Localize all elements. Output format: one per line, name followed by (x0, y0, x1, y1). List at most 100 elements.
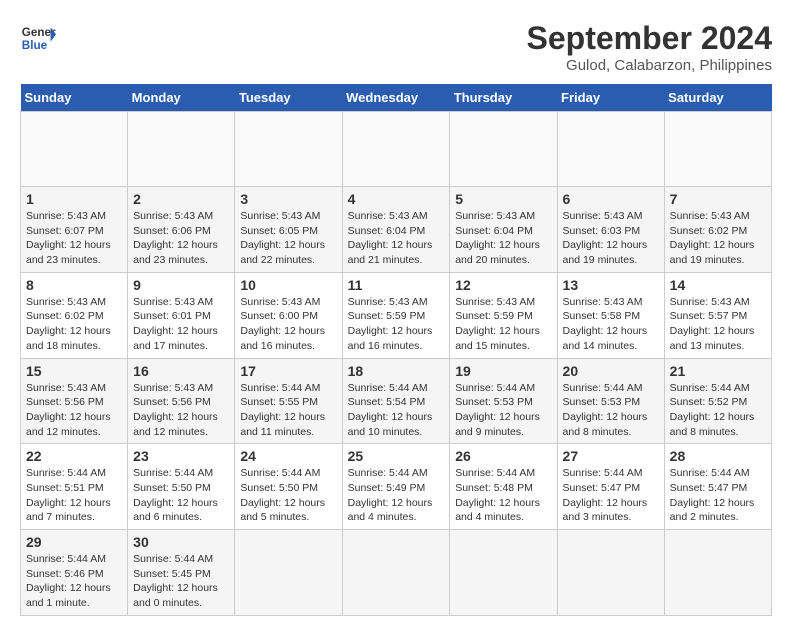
day-number: 1 (26, 191, 122, 207)
calendar-cell: 7 Sunrise: 5:43 AM Sunset: 6:02 PM Daylig… (664, 187, 771, 273)
calendar-cell: 4 Sunrise: 5:43 AM Sunset: 6:04 PM Daylig… (342, 187, 450, 273)
weekday-header-friday: Friday (557, 84, 664, 112)
calendar-cell: 21 Sunrise: 5:44 AM Sunset: 5:52 PM Dayli… (664, 358, 771, 444)
day-detail: Sunrise: 5:43 AM Sunset: 6:01 PM Dayligh… (133, 295, 229, 354)
day-number: 6 (563, 191, 659, 207)
day-detail: Sunrise: 5:43 AM Sunset: 6:04 PM Dayligh… (348, 209, 445, 268)
day-number: 15 (26, 363, 122, 379)
page-header: General Blue September 2024 Gulod, Calab… (20, 20, 772, 74)
calendar-cell: 14Sunrise: 5:43 AM Sunset: 5:57 PM Dayli… (664, 272, 771, 358)
day-detail: Sunrise: 5:44 AM Sunset: 5:49 PM Dayligh… (348, 466, 445, 525)
day-detail: Sunrise: 5:44 AM Sunset: 5:46 PM Dayligh… (26, 552, 122, 611)
day-detail: Sunrise: 5:43 AM Sunset: 5:59 PM Dayligh… (348, 295, 445, 354)
day-detail: Sunrise: 5:44 AM Sunset: 5:53 PM Dayligh… (455, 381, 551, 440)
day-number: 9 (133, 277, 229, 293)
calendar-cell (450, 530, 557, 616)
day-detail: Sunrise: 5:44 AM Sunset: 5:54 PM Dayligh… (348, 381, 445, 440)
calendar-cell: 17Sunrise: 5:44 AM Sunset: 5:55 PM Dayli… (235, 358, 342, 444)
calendar-cell (664, 112, 771, 187)
calendar-cell (557, 530, 664, 616)
calendar-cell: 13 Sunrise: 5:43 AM Sunset: 5:58 PM Dayli… (557, 272, 664, 358)
calendar-cell: 8Sunrise: 5:43 AM Sunset: 6:02 PM Daylig… (21, 272, 128, 358)
day-detail: Sunrise: 5:44 AM Sunset: 5:47 PM Dayligh… (563, 466, 659, 525)
day-number: 5 (455, 191, 551, 207)
day-detail: Sunrise: 5:43 AM Sunset: 6:04 PM Dayligh… (455, 209, 551, 268)
calendar-table: SundayMondayTuesdayWednesdayThursdayFrid… (20, 84, 772, 616)
weekday-header-tuesday: Tuesday (235, 84, 342, 112)
day-detail: Sunrise: 5:44 AM Sunset: 5:45 PM Dayligh… (133, 552, 229, 611)
day-number: 17 (240, 363, 336, 379)
day-number: 30 (133, 534, 229, 550)
day-number: 2 (133, 191, 229, 207)
month-title: September 2024 (527, 20, 772, 57)
day-detail: Sunrise: 5:44 AM Sunset: 5:53 PM Dayligh… (563, 381, 659, 440)
calendar-cell: 19Sunrise: 5:44 AM Sunset: 5:53 PM Dayli… (450, 358, 557, 444)
calendar-cell: 30 Sunrise: 5:44 AM Sunset: 5:45 PM Dayli… (128, 530, 235, 616)
day-detail: Sunrise: 5:44 AM Sunset: 5:50 PM Dayligh… (133, 466, 229, 525)
day-detail: Sunrise: 5:43 AM Sunset: 6:02 PM Dayligh… (26, 295, 122, 354)
calendar-cell: 16 Sunrise: 5:43 AM Sunset: 5:56 PM Dayli… (128, 358, 235, 444)
calendar-cell: 15Sunrise: 5:43 AM Sunset: 5:56 PM Dayli… (21, 358, 128, 444)
day-detail: Sunrise: 5:44 AM Sunset: 5:47 PM Dayligh… (670, 466, 766, 525)
calendar-cell: 3 Sunrise: 5:43 AM Sunset: 6:05 PM Daylig… (235, 187, 342, 273)
day-number: 3 (240, 191, 336, 207)
day-detail: Sunrise: 5:43 AM Sunset: 6:03 PM Dayligh… (563, 209, 659, 268)
weekday-header-monday: Monday (128, 84, 235, 112)
day-detail: Sunrise: 5:44 AM Sunset: 5:48 PM Dayligh… (455, 466, 551, 525)
day-detail: Sunrise: 5:43 AM Sunset: 5:59 PM Dayligh… (455, 295, 551, 354)
calendar-cell (235, 112, 342, 187)
day-number: 16 (133, 363, 229, 379)
calendar-cell: 10 Sunrise: 5:43 AM Sunset: 6:00 PM Dayli… (235, 272, 342, 358)
day-number: 20 (563, 363, 659, 379)
day-number: 13 (563, 277, 659, 293)
calendar-week-row: 8Sunrise: 5:43 AM Sunset: 6:02 PM Daylig… (21, 272, 772, 358)
weekday-header-wednesday: Wednesday (342, 84, 450, 112)
calendar-cell: 28Sunrise: 5:44 AM Sunset: 5:47 PM Dayli… (664, 444, 771, 530)
calendar-week-row: 22Sunrise: 5:44 AM Sunset: 5:51 PM Dayli… (21, 444, 772, 530)
day-number: 23 (133, 448, 229, 464)
day-detail: Sunrise: 5:43 AM Sunset: 6:00 PM Dayligh… (240, 295, 336, 354)
calendar-cell: 23 Sunrise: 5:44 AM Sunset: 5:50 PM Dayli… (128, 444, 235, 530)
day-detail: Sunrise: 5:43 AM Sunset: 5:58 PM Dayligh… (563, 295, 659, 354)
calendar-cell (664, 530, 771, 616)
day-detail: Sunrise: 5:43 AM Sunset: 5:56 PM Dayligh… (133, 381, 229, 440)
calendar-cell (342, 112, 450, 187)
day-detail: Sunrise: 5:44 AM Sunset: 5:50 PM Dayligh… (240, 466, 336, 525)
calendar-cell: 18 Sunrise: 5:44 AM Sunset: 5:54 PM Dayli… (342, 358, 450, 444)
calendar-cell (450, 112, 557, 187)
calendar-cell: 29Sunrise: 5:44 AM Sunset: 5:46 PM Dayli… (21, 530, 128, 616)
day-detail: Sunrise: 5:43 AM Sunset: 6:02 PM Dayligh… (670, 209, 766, 268)
day-detail: Sunrise: 5:43 AM Sunset: 6:07 PM Dayligh… (26, 209, 122, 268)
calendar-cell: 25Sunrise: 5:44 AM Sunset: 5:49 PM Dayli… (342, 444, 450, 530)
title-area: September 2024 Gulod, Calabarzon, Philip… (527, 20, 772, 74)
svg-text:Blue: Blue (22, 39, 48, 52)
calendar-cell: 9 Sunrise: 5:43 AM Sunset: 6:01 PM Daylig… (128, 272, 235, 358)
calendar-cell: 2Sunrise: 5:43 AM Sunset: 6:06 PM Daylig… (128, 187, 235, 273)
day-number: 7 (670, 191, 766, 207)
calendar-cell: 24 Sunrise: 5:44 AM Sunset: 5:50 PM Dayli… (235, 444, 342, 530)
day-number: 22 (26, 448, 122, 464)
calendar-cell: 22Sunrise: 5:44 AM Sunset: 5:51 PM Dayli… (21, 444, 128, 530)
day-number: 4 (348, 191, 445, 207)
day-detail: Sunrise: 5:43 AM Sunset: 5:57 PM Dayligh… (670, 295, 766, 354)
calendar-cell: 5 Sunrise: 5:43 AM Sunset: 6:04 PM Daylig… (450, 187, 557, 273)
day-detail: Sunrise: 5:43 AM Sunset: 6:05 PM Dayligh… (240, 209, 336, 268)
day-detail: Sunrise: 5:44 AM Sunset: 5:52 PM Dayligh… (670, 381, 766, 440)
calendar-cell: 27Sunrise: 5:44 AM Sunset: 5:47 PM Dayli… (557, 444, 664, 530)
day-number: 18 (348, 363, 445, 379)
calendar-week-row: 29Sunrise: 5:44 AM Sunset: 5:46 PM Dayli… (21, 530, 772, 616)
day-number: 11 (348, 277, 445, 293)
calendar-week-row: 15 Sunrise: 5:43 AM Sunset: 5:56 PM Dayli… (21, 358, 772, 444)
calendar-week-row (21, 112, 772, 187)
calendar-cell: 1 Sunrise: 5:43 AM Sunset: 6:07 PM Daylig… (21, 187, 128, 273)
weekday-header-sunday: Sunday (21, 84, 128, 112)
location-subtitle: Gulod, Calabarzon, Philippines (527, 57, 772, 74)
day-number: 21 (670, 363, 766, 379)
day-number: 10 (240, 277, 336, 293)
weekday-header-thursday: Thursday (450, 84, 557, 112)
logo: General Blue (20, 20, 56, 56)
calendar-cell (342, 530, 450, 616)
calendar-cell: 6 Sunrise: 5:43 AM Sunset: 6:03 PM Daylig… (557, 187, 664, 273)
day-number: 24 (240, 448, 336, 464)
calendar-cell: 26Sunrise: 5:44 AM Sunset: 5:48 PM Dayli… (450, 444, 557, 530)
